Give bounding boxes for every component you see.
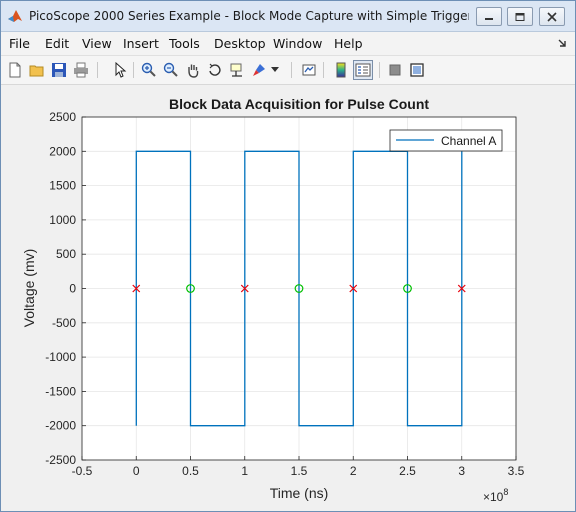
pointer-button[interactable] [109,60,129,80]
menu-view[interactable]: View [82,36,112,51]
colorbar-button[interactable] [331,60,351,80]
rotate-button[interactable] [205,60,225,80]
y-tick-label: 0 [69,282,76,296]
menu-edit[interactable]: Edit [45,36,69,51]
brush-button[interactable] [249,60,269,80]
menu-help[interactable]: Help [334,36,363,51]
link-plot-button[interactable] [299,60,319,80]
toolbar-separator [133,62,134,78]
x-axis-label: Time (ns) [270,485,329,501]
pointer-icon [115,62,127,78]
legend[interactable]: Channel A [389,129,503,152]
figure-canvas: -0.5 0 0.5 1 1.5 2 2.5 3 3.5 2500 2000 1500 1000 500… [7,85,570,505]
new-figure-icon [9,62,21,78]
close-button[interactable] [539,7,565,26]
print-button[interactable] [71,60,91,80]
x-tick-label: 3 [458,464,465,478]
x-tick-label: 1.5 [291,464,308,478]
dock-arrow-icon[interactable] [557,38,567,48]
show-tools-button[interactable] [407,60,427,80]
menu-window[interactable]: Window [273,36,322,51]
title-bar[interactable]: PicoScope 2000 Series Example - Block Mo… [1,1,575,32]
maximize-icon [515,12,525,21]
legend-icon [355,63,371,77]
y-tick-label: -2500 [45,453,76,467]
x-tick-label: 0.5 [182,464,199,478]
save-icon [52,63,66,77]
y-tick-label: -1500 [45,384,76,398]
legend-button[interactable] [353,60,373,80]
link-plot-icon [302,64,316,76]
y-tick-label: 500 [56,247,76,261]
y-tick-label: 2000 [49,144,76,158]
zoom-in-button[interactable] [139,60,159,80]
menu-desktop[interactable]: Desktop [214,36,266,51]
figure-window: PicoScope 2000 Series Example - Block Mo… [0,0,576,512]
toolbar-separator [97,62,98,78]
pan-button[interactable] [183,60,203,80]
brush-icon [253,64,265,76]
y-tick-label: 2500 [49,110,76,124]
x-tick-label: 2.5 [399,464,416,478]
close-icon [547,11,557,22]
toolbar-separator [323,62,324,78]
show-tools-icon [410,63,424,77]
hide-tools-button[interactable] [385,60,405,80]
colorbar-icon [336,62,346,78]
chevron-down-icon [271,67,279,72]
y-tick-label: 1500 [49,179,76,193]
open-file-icon [29,65,44,77]
y-tick-label: -2000 [45,419,76,433]
data-cursor-icon [230,63,242,77]
zoom-out-icon [163,62,178,77]
y-tick-label: 1000 [49,213,76,227]
matlab-icon [8,10,22,22]
y-axis-label: Voltage (mv) [21,249,37,328]
minimize-button[interactable] [476,7,502,26]
chart-title: Block Data Acquisition for Pulse Count [169,96,429,112]
brush-dropdown[interactable] [269,60,281,80]
hide-tools-icon [389,64,401,76]
y-tick-label: -1000 [45,350,76,364]
rotate-icon [209,63,221,76]
x-tick-label: 1 [241,464,248,478]
menu-insert[interactable]: Insert [123,36,159,51]
x-tick-label: 0 [133,464,140,478]
open-file-button[interactable] [27,60,47,80]
maximize-button[interactable] [507,7,533,26]
plot-chart[interactable]: -0.5 0 0.5 1 1.5 2 2.5 3 3.5 2500200015001000500… [7,85,570,505]
save-button[interactable] [49,60,69,80]
print-icon [74,62,88,78]
menu-tools[interactable]: Tools [169,36,200,51]
pan-icon [188,64,199,78]
data-cursor-button[interactable] [227,60,247,80]
figure-toolbar [1,55,575,85]
minimize-icon [485,17,493,20]
x-tick-label: 2 [350,464,357,478]
menu-bar: File Edit View Insert Tools Desktop Wind… [1,32,575,55]
legend-label: Channel A [441,134,496,148]
toolbar-separator [379,62,380,78]
zoom-out-button[interactable] [161,60,181,80]
menu-file[interactable]: File [9,36,30,51]
x-tick-label: 3.5 [508,464,525,478]
y-tick-label: -500 [52,316,76,330]
window-title: PicoScope 2000 Series Example - Block Mo… [29,9,469,23]
zoom-in-icon [141,62,156,77]
new-figure-button[interactable] [5,60,25,80]
toolbar-separator [291,62,292,78]
